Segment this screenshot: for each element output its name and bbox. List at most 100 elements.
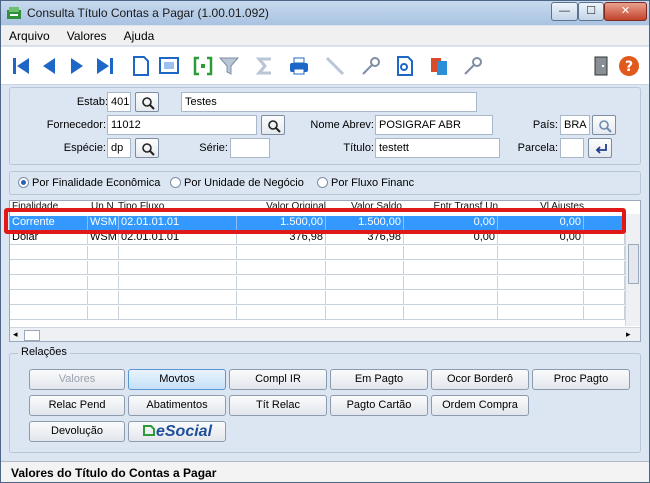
- column-header[interactable]: Finalidade: [12, 201, 80, 214]
- cell-empty: [326, 276, 404, 290]
- next-icon[interactable]: [65, 54, 89, 78]
- radio-finalidade[interactable]: Por Finalidade Econômica: [18, 177, 160, 189]
- titulo-field[interactable]: testett: [375, 138, 500, 158]
- proc-pagto-button[interactable]: Proc Pagto: [532, 369, 630, 390]
- column-header[interactable]: Valor Original: [236, 201, 326, 214]
- serie-field[interactable]: [230, 138, 270, 158]
- cell-empty: [10, 276, 88, 290]
- cell-empty: [326, 246, 404, 260]
- relac-pend-button[interactable]: Relac Pend: [29, 395, 125, 416]
- minimize-button[interactable]: —: [551, 2, 578, 21]
- cell-empty: [584, 276, 625, 290]
- parcela-enter-button[interactable]: [588, 138, 612, 158]
- cell-tipo-fluxo: 02.01.01.01: [119, 216, 237, 230]
- estab-description-field[interactable]: Testes: [181, 92, 477, 112]
- exit-icon[interactable]: [589, 54, 613, 78]
- first-icon[interactable]: [9, 54, 33, 78]
- estab-label: Estab:: [76, 96, 108, 108]
- key-icon[interactable]: [461, 54, 485, 78]
- menu-bar: Arquivo Valores Ajuda: [1, 26, 649, 46]
- print-icon[interactable]: [287, 54, 311, 78]
- column-header[interactable]: Un N: [91, 201, 119, 214]
- preview-icon[interactable]: [157, 54, 181, 78]
- radio-fluxo-financ[interactable]: Por Fluxo Financ: [317, 177, 414, 189]
- cell-entr-transf: 0,00: [404, 231, 498, 245]
- ordem-compra-button[interactable]: Ordem Compra: [431, 395, 529, 416]
- cell-valor-original: 1.500,00: [237, 216, 326, 230]
- devolucao-button[interactable]: Devolução: [29, 421, 125, 442]
- title-bar[interactable]: Consulta Título Contas a Pagar (1.00.01.…: [1, 1, 649, 25]
- tit-relac-button[interactable]: Tít Relac: [229, 395, 327, 416]
- abatimentos-button[interactable]: Abatimentos: [128, 395, 226, 416]
- column-header[interactable]: Valor Saldo: [328, 201, 402, 214]
- esocial-button[interactable]: eSocial: [128, 421, 226, 442]
- menu-valores[interactable]: Valores: [61, 26, 113, 43]
- fornecedor-field[interactable]: 11012: [107, 115, 257, 135]
- cell-empty: [404, 261, 498, 275]
- cell-empty: [119, 261, 237, 275]
- cell-empty: [237, 306, 326, 320]
- line-icon[interactable]: [323, 54, 347, 78]
- ocor-bordero-button[interactable]: Ocor Borderô: [431, 369, 529, 390]
- menu-arquivo[interactable]: Arquivo: [3, 26, 56, 43]
- previous-icon[interactable]: [37, 54, 61, 78]
- especie-field[interactable]: dp: [107, 138, 131, 158]
- key-icon[interactable]: [359, 54, 383, 78]
- especie-label: Espécie:: [63, 142, 106, 154]
- vertical-scrollbar[interactable]: [625, 214, 640, 326]
- table-row[interactable]: Corrente WSM 02.01.01.01 1.500,00 1.500,…: [10, 216, 625, 230]
- help-icon[interactable]: ?: [617, 54, 641, 78]
- table-row[interactable]: Dolar WSM 02.01.01.01 376,98 376,98 0,00…: [10, 231, 625, 245]
- estab-lookup-button[interactable]: [135, 92, 159, 112]
- cell-empty: [237, 246, 326, 260]
- filter-icon[interactable]: [217, 54, 241, 78]
- data-grid[interactable]: Finalidade Un N Tipo Fluxo Valor Origina…: [9, 200, 641, 342]
- nome-abrev-field[interactable]: POSIGRAF ABR: [375, 115, 493, 135]
- cell-finalidade: Corrente: [10, 216, 88, 230]
- nome-abrev-label: Nome Abrev:: [310, 119, 374, 131]
- cell-empty: [498, 291, 584, 305]
- pais-label: País:: [532, 119, 558, 131]
- pais-field[interactable]: BRA: [560, 115, 590, 135]
- cell-empty: [88, 291, 119, 305]
- em-pagto-button[interactable]: Em Pagto: [330, 369, 428, 390]
- cell-empty: [584, 216, 625, 230]
- column-header[interactable]: Tipo Fluxo: [118, 201, 228, 214]
- cell-valor-saldo: 376,98: [326, 231, 404, 245]
- horizontal-scrollbar[interactable]: ◂ ▸: [10, 327, 640, 341]
- close-button[interactable]: ✕: [604, 2, 647, 21]
- last-icon[interactable]: [93, 54, 117, 78]
- scroll-thumb[interactable]: [628, 244, 639, 284]
- column-header[interactable]: Entr Transf Un: [414, 201, 498, 214]
- cell-finalidade: Dolar: [10, 231, 88, 245]
- especie-lookup-button[interactable]: [135, 138, 159, 158]
- scroll-left-icon[interactable]: ◂: [13, 329, 18, 340]
- cell-empty: [326, 291, 404, 305]
- fornecedor-lookup-button[interactable]: [261, 115, 285, 135]
- column-header[interactable]: Vl Ajustes: [504, 201, 584, 214]
- empty-row: [10, 261, 625, 275]
- sum-icon[interactable]: [253, 54, 277, 78]
- maximize-button[interactable]: ☐: [578, 2, 604, 21]
- goto-icon[interactable]: [191, 54, 215, 78]
- movtos-button[interactable]: Movtos: [128, 369, 226, 390]
- app-icon: [6, 5, 22, 21]
- grid-header: Finalidade Un N Tipo Fluxo Valor Origina…: [10, 201, 625, 214]
- pagto-cartao-button[interactable]: Pagto Cartão: [330, 395, 428, 416]
- compl-ir-button[interactable]: Compl IR: [229, 369, 327, 390]
- fornecedor-label: Fornecedor:: [46, 119, 106, 131]
- valores-button[interactable]: Valores: [29, 369, 125, 390]
- scroll-right-icon[interactable]: ▸: [626, 329, 631, 340]
- scroll-thumb[interactable]: [24, 330, 40, 341]
- cell-empty: [584, 231, 625, 245]
- parcela-field[interactable]: [560, 138, 584, 158]
- new-document-icon[interactable]: [129, 54, 153, 78]
- estab-field[interactable]: 401: [107, 92, 131, 112]
- radio-unidade-negocio[interactable]: Por Unidade de Negócio: [170, 177, 304, 189]
- menu-ajuda[interactable]: Ajuda: [118, 26, 161, 43]
- svg-text:?: ?: [625, 59, 633, 75]
- zoom-document-icon[interactable]: [393, 54, 417, 78]
- pais-lookup-button[interactable]: [592, 115, 616, 135]
- empty-row: [10, 276, 625, 290]
- copy-icon[interactable]: [427, 54, 451, 78]
